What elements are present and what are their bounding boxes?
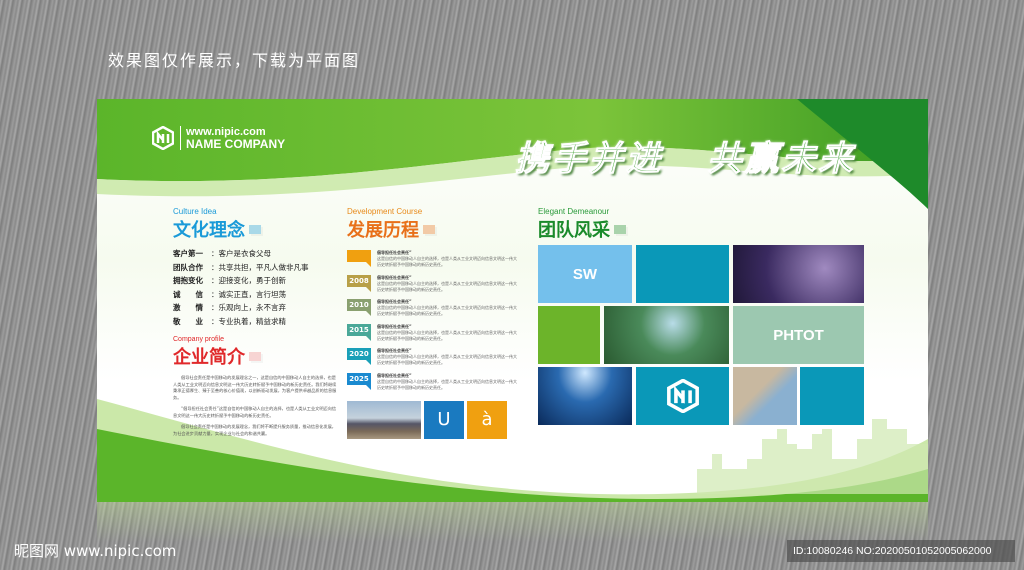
year-tag: 2008 — [347, 274, 371, 292]
space-photo — [733, 245, 864, 303]
culture-section: Culture Idea 文化理念 客户第一 ：客户是衣食父母 团队合作 ：共享共担，… — [173, 207, 338, 442]
culture-key: 诚 信 — [173, 289, 203, 299]
culture-item: 激 情 ：乐观向上，永不言弃 — [173, 301, 338, 315]
culture-key: 团队合作 — [173, 262, 203, 272]
timeline-item: 2025 倡导担任社会责任” 这是自信的中国移动人自主的选择，也是人类从工业文明迈向… — [347, 372, 517, 398]
logo-name: NAME COMPANY — [186, 137, 286, 151]
timeline-title: 倡导担任社会责任” — [377, 274, 412, 280]
culture-key: 敬 业 — [173, 316, 203, 326]
timeline-text: 这是自信的中国移动人自主的选择，也是人类从工业文明迈向信息文明这一伟大历史转折赋… — [377, 280, 517, 292]
course-en-title: Development Course — [347, 207, 423, 216]
title-square-icon — [249, 224, 261, 234]
phtot-tile: PHTOT — [733, 306, 864, 364]
profile-paragraph: “倡导担任社会责任”这是自信的中国移动人自主的选择，也是人类从工业文明迈向信息文… — [173, 406, 337, 418]
culture-item: 诚 信 ：诚实正直，言行坦荡 — [173, 288, 338, 302]
timeline-title: 倡导担任社会责任” — [377, 250, 412, 255]
team-en-title: Elegant Demeanour — [538, 207, 610, 216]
culture-value: ：诚实正直，言行坦荡 — [211, 289, 286, 299]
culture-value: ：专业执着，精益求精 — [211, 316, 286, 326]
green-tile — [538, 306, 600, 364]
culture-key: 拥抱变化 — [173, 276, 203, 285]
work-photo — [733, 367, 797, 425]
timeline-text: 这是自信的中国移动人自主的选择，也是人类从工业文明迈向信息文明这一伟大历史转折赋… — [377, 329, 517, 341]
logo-tile — [636, 367, 729, 425]
logo-hex-icon — [666, 379, 699, 413]
timeline-text: 这是自信的中国移动人自主的选择，也是人类从工业文明迈向信息文明这一伟大历史转折赋… — [377, 354, 517, 365]
profile-en-title: Company profile — [173, 336, 224, 343]
year-tag — [347, 250, 371, 267]
timeline-title: 倡导担任社会责任” — [377, 323, 412, 329]
team-title: 团队风采 — [538, 220, 610, 241]
title-square-icon — [249, 351, 261, 361]
culture-value: ：乐观向上，永不言弃 — [211, 303, 286, 312]
timeline-item: 2015 倡导担任社会责任” 这是自信的中国移动人自主的选择，也是人类从工业文明迈向… — [347, 323, 517, 349]
year-tag: 2010 — [347, 299, 371, 316]
team-photo-grid: SW PHTOT — [538, 245, 864, 425]
course-section: Development Course 发展历程 倡导担任社会责任” 这是自信的中国… — [347, 207, 517, 439]
culture-item: 客户第一 ：客户是衣食父母 — [173, 247, 338, 261]
profile-paragraph: 倡导社会责任是中国移动的发展理念之一，这是自信的中国移动人自主的选择，也是人类从… — [173, 375, 337, 400]
notice-text: 效果图仅作展示，下载为平面图 — [108, 51, 361, 70]
culture-value: ：迎接变化，勇于创新 — [211, 276, 286, 285]
logo-hex-icon — [152, 126, 174, 150]
culture-item: 团队合作 ：共享共担，平凡人做非凡事 — [173, 261, 338, 275]
timeline-text: 这是自信的中国移动人自主的选择，也是人类从工业文明迈向信息文明这一伟大历史转折赋… — [377, 378, 517, 390]
poster: www.nipic.com NAME COMPANY 携手并进 共赢未来 Cult… — [97, 99, 928, 502]
timeline-item: 倡导担任社会责任” 这是自信的中国移动人自主的选择，也是人类从工业文明迈向信息文明… — [347, 250, 517, 275]
image-id: ID:10080246 NO:20200501052005062000 — [787, 540, 1015, 562]
profile-section: Company profile 企业简介 倡导社会责任是中国移动的发展理念之一，… — [173, 336, 338, 437]
culture-key: 激 情 — [173, 303, 203, 312]
culture-title: 文化理念 — [173, 220, 245, 241]
earth-photo — [538, 367, 632, 425]
team-section: Elegant Demeanour 团队风采 — [538, 207, 626, 242]
profile-title: 企业简介 — [173, 347, 245, 368]
timeline-item: 2010 倡导担任社会责任” 这是自信的中国移动人自主的选择，也是人类从工业文明迈向… — [347, 299, 517, 324]
profile-paragraph: 倡导社会责任是中国移动的发展理念，我们将不断提升服务质量，推动信息化发展，为社会… — [173, 424, 336, 436]
title-square-icon — [614, 224, 626, 234]
course-title: 发展历程 — [347, 220, 419, 241]
timeline-title: 倡导担任社会责任” — [377, 299, 412, 304]
timeline-text: 这是自信的中国移动人自主的选择，也是人类从工业文明迈向信息文明这一伟大历史转折赋… — [377, 256, 517, 267]
year-tag: 2015 — [347, 323, 371, 341]
title-square-icon — [423, 224, 435, 234]
u-tile: U — [424, 401, 464, 439]
culture-value: ：客户是衣食父母 — [211, 249, 271, 258]
culture-value: ：共享共担，平凡人做非凡事 — [211, 262, 309, 272]
timeline-item: 2020 倡导担任社会责任” 这是自信的中国移动人自主的选择，也是人类从工业文明迈向… — [347, 348, 517, 373]
teal-tile — [636, 245, 729, 303]
culture-item: 敬 业 ：专业执着，精益求精 — [173, 315, 338, 329]
company-logo: www.nipic.com NAME COMPANY — [152, 126, 285, 150]
forest-photo — [604, 306, 729, 364]
poster-reflection — [97, 502, 928, 542]
a-tile: à — [467, 401, 507, 439]
slogan: 携手并进 共赢未来 — [515, 139, 856, 180]
timeline-title: 倡导担任社会责任” — [377, 372, 412, 378]
timeline-text: 这是自信的中国移动人自主的选择，也是人类从工业文明迈向信息文明这一伟大历史转折赋… — [377, 305, 517, 316]
timeline-item: 2008 倡导担任社会责任” 这是自信的中国移动人自主的选择，也是人类从工业文明迈向… — [347, 274, 517, 300]
site-watermark: 昵图网 www.nipic.com — [14, 542, 177, 560]
year-tag: 2020 — [347, 348, 371, 365]
culture-key: 客户第一 — [173, 249, 203, 258]
timeline-title: 倡导担任社会责任” — [377, 348, 412, 353]
teal-tile — [800, 367, 864, 425]
year-tag: 2025 — [347, 372, 371, 390]
sw-tile: SW — [538, 245, 632, 303]
culture-en-title: Culture Idea — [173, 207, 217, 216]
culture-item: 拥抱变化 ：迎接变化，勇于创新 — [173, 274, 338, 288]
city-photo — [347, 401, 421, 439]
